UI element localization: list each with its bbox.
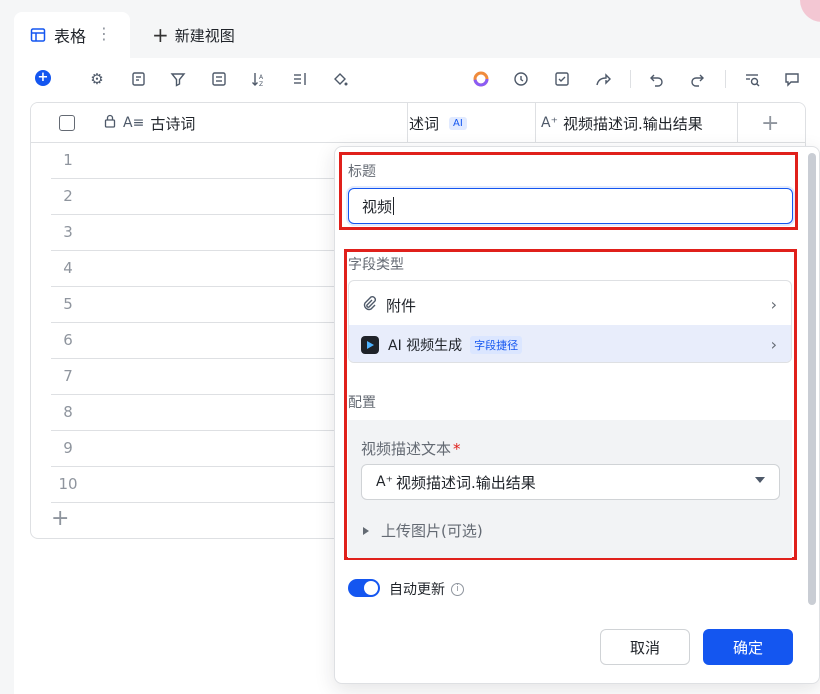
upload-image-toggle[interactable]: 上传图片(可选) — [363, 520, 483, 541]
add-column-button[interactable]: + — [761, 103, 779, 143]
select-all-checkbox[interactable] — [59, 103, 75, 143]
ai-badge: AI — [449, 116, 467, 130]
redo-icon[interactable] — [686, 68, 708, 90]
add-icon[interactable]: + — [35, 70, 51, 86]
column-divider — [535, 103, 536, 143]
text-ai-icon: A⁺ — [376, 474, 393, 490]
cancel-button[interactable]: 取消 — [600, 629, 690, 665]
video-ai-icon — [361, 336, 379, 354]
column-divider — [407, 103, 408, 143]
undo-icon[interactable] — [646, 68, 668, 90]
field-type-label: 字段类型 — [348, 257, 404, 273]
svg-text:Z: Z — [259, 81, 263, 87]
column-label: 述词 — [409, 114, 440, 133]
auto-update-switch[interactable] — [348, 579, 380, 597]
add-row-button[interactable]: + — [51, 506, 69, 531]
field-config-icon[interactable] — [128, 68, 150, 90]
toolbar-divider — [725, 70, 726, 88]
field-type-list: 附件 › AI 视频生成 字段捷径 › — [348, 280, 792, 363]
paperclip-icon — [361, 295, 377, 315]
column-divider — [737, 103, 738, 143]
column-label: 视频描述词.输出结果 — [562, 114, 703, 133]
field-type-label: AI 视频生成 — [388, 338, 463, 354]
table-icon — [30, 28, 46, 42]
sort-icon[interactable]: AZ — [248, 68, 270, 90]
tab-label: 表格 — [54, 27, 87, 46]
settings-icon[interactable]: ⚙ — [86, 68, 108, 90]
field-type-ai-video[interactable]: AI 视频生成 字段捷径 › — [349, 325, 791, 362]
title-input-value: 视频 — [362, 197, 393, 216]
share-icon[interactable] — [592, 68, 614, 90]
comment-icon[interactable] — [781, 68, 803, 90]
select-value: 视频描述词.输出结果 — [395, 473, 536, 492]
text-caret — [393, 197, 395, 215]
search-icon[interactable] — [741, 68, 763, 90]
ai-icon[interactable] — [470, 68, 492, 90]
text-ai-icon: A⁺ — [541, 115, 558, 131]
auto-update-label: 自动更新 — [389, 582, 445, 598]
auto-update-row: 自动更新 i — [389, 579, 464, 599]
confirm-button[interactable]: 确定 — [703, 629, 793, 665]
title-input[interactable]: 视频 — [348, 188, 793, 224]
row-height-icon[interactable] — [289, 68, 311, 90]
field-type-label: 附件 — [386, 296, 417, 315]
info-icon[interactable]: i — [451, 582, 464, 596]
plus-icon: + — [152, 23, 169, 47]
chevron-right-icon: › — [770, 335, 777, 354]
text-field-icon: A≡ — [123, 115, 145, 131]
shortcut-tag: 字段捷径 — [470, 336, 523, 354]
title-label: 标题 — [348, 164, 376, 180]
column-header-desc[interactable]: 述词 AI — [409, 103, 467, 143]
column-header-output[interactable]: A⁺ 视频描述词.输出结果 — [541, 103, 703, 143]
checklist-icon[interactable] — [551, 68, 573, 90]
view-tab-bar: 表格 ⋮ + 新建视图 — [0, 0, 820, 58]
group-icon[interactable] — [208, 68, 230, 90]
tab-table[interactable]: 表格 ⋮ — [14, 12, 130, 58]
field-type-attachment[interactable]: 附件 › — [349, 285, 791, 325]
toolbar: + ⚙ AZ — [14, 58, 820, 100]
chevron-right-icon: › — [770, 295, 777, 314]
new-view-label: 新建视图 — [174, 26, 235, 45]
toolbar-divider — [630, 70, 631, 88]
history-icon[interactable] — [510, 68, 532, 90]
grid-header: A≡ 古诗词 述词 AI A⁺ 视频描述词.输出结果 + — [31, 103, 805, 143]
svg-text:A: A — [259, 74, 264, 81]
caret-down-icon — [755, 477, 765, 483]
triangle-right-icon — [363, 526, 369, 535]
fill-color-icon[interactable] — [329, 68, 351, 90]
scrollbar[interactable] — [808, 153, 816, 605]
video-desc-select[interactable]: A⁺ 视频描述词.输出结果 — [361, 464, 780, 500]
filter-icon[interactable] — [167, 68, 189, 90]
column-header-poem[interactable]: A≡ 古诗词 — [103, 103, 195, 143]
config-label: 配置 — [348, 395, 376, 411]
upload-label: 上传图片(可选) — [381, 522, 483, 540]
new-view-button[interactable]: + 新建视图 — [152, 22, 235, 48]
more-vertical-icon[interactable]: ⋮ — [96, 24, 112, 43]
lock-icon — [103, 114, 117, 132]
column-label: 古诗词 — [150, 114, 196, 133]
video-desc-label: 视频描述文本 * — [361, 440, 461, 458]
